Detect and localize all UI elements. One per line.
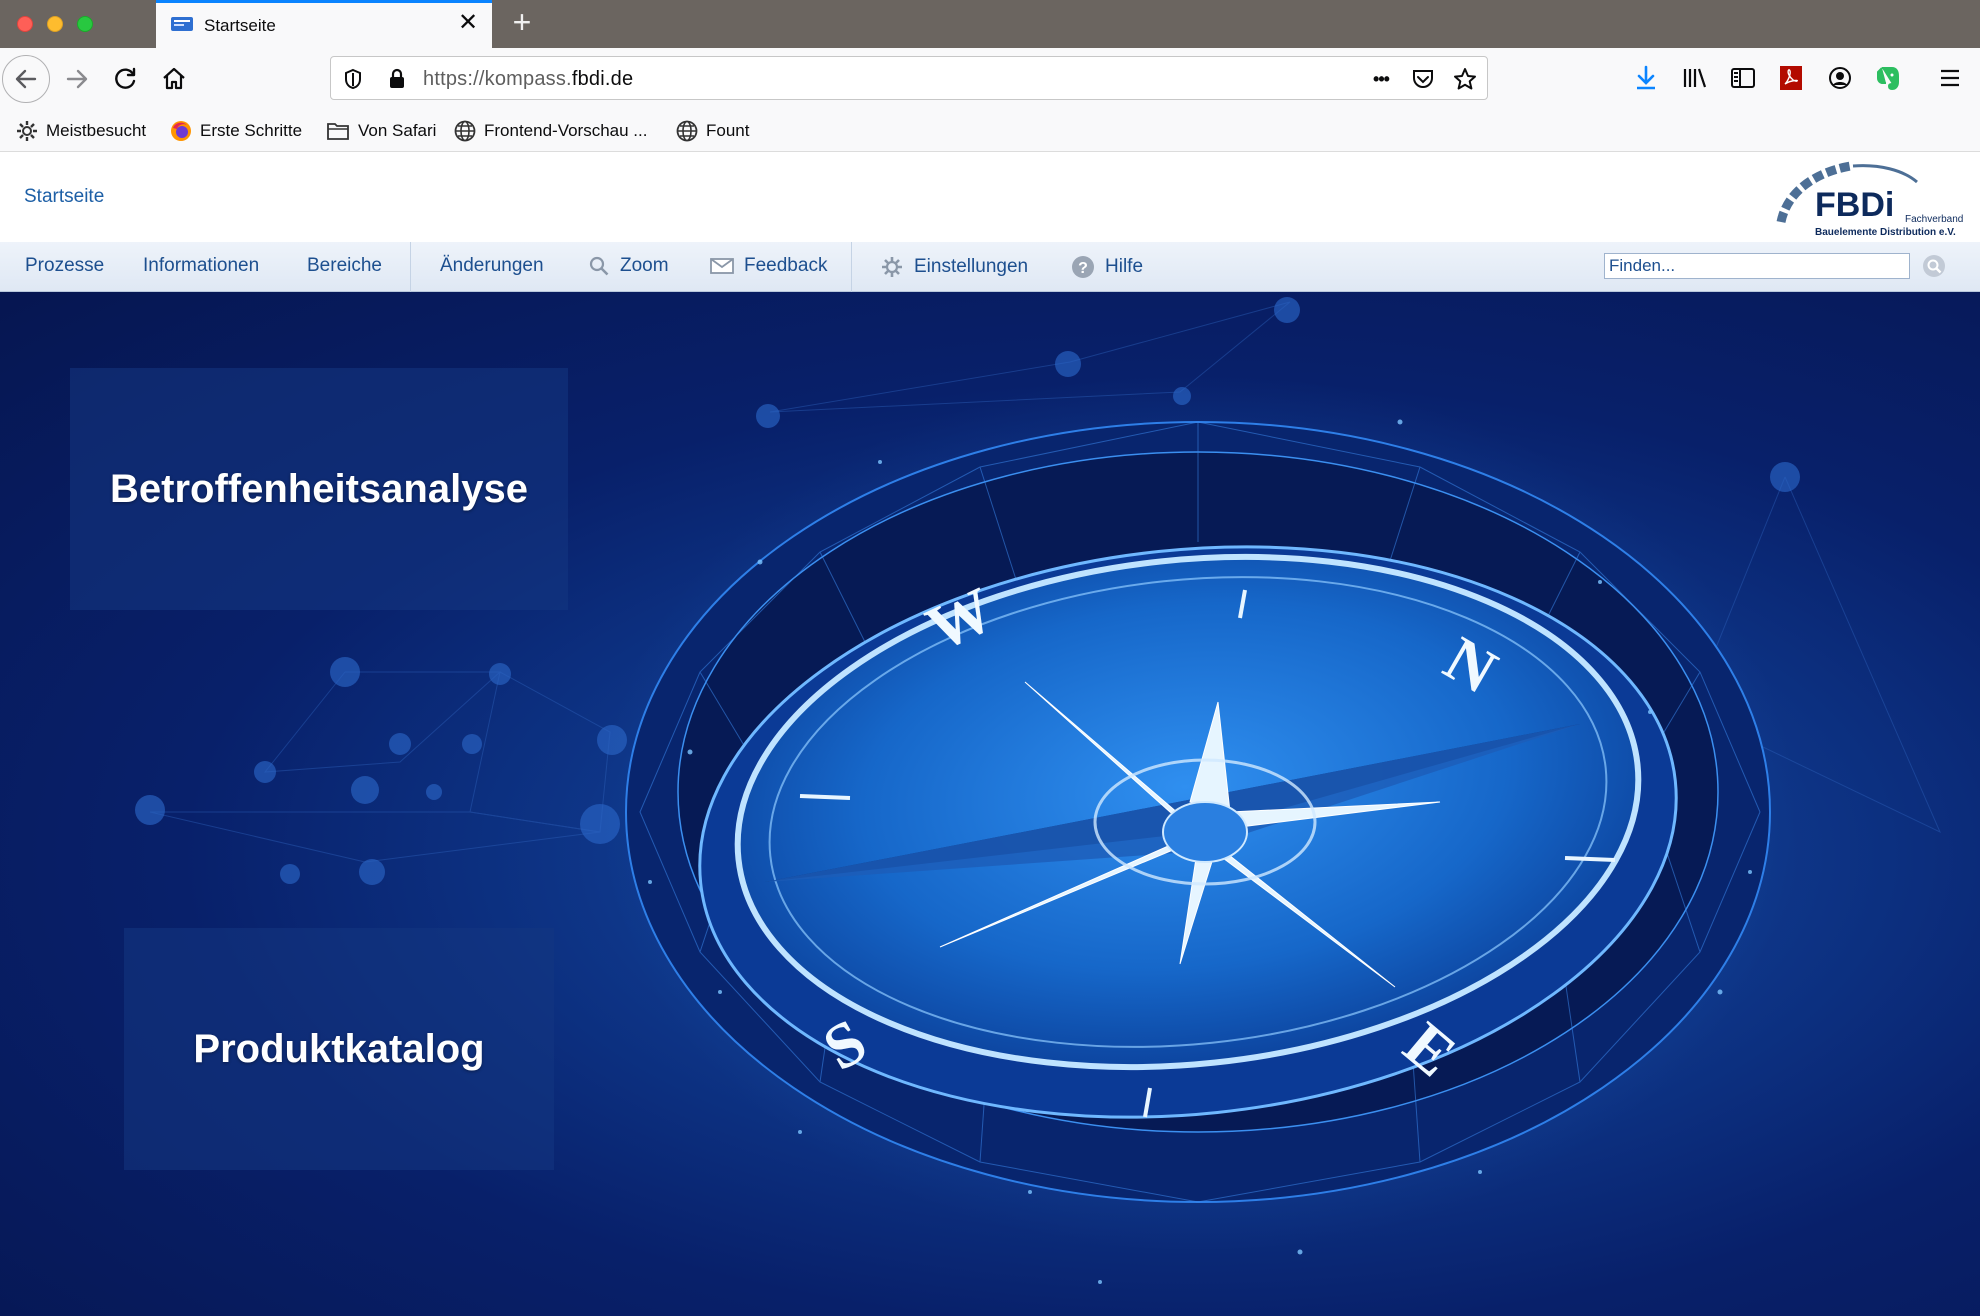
globe-icon <box>676 120 698 142</box>
library-icon[interactable] <box>1679 62 1711 94</box>
home-icon <box>163 67 185 90</box>
hero-banner: W N E S Betroffenheitsanalyse Produktkat… <box>0 292 1980 1316</box>
menu-aenderungen[interactable]: Änderungen <box>440 255 544 277</box>
hamburger-menu-icon[interactable] <box>1934 62 1966 94</box>
bookmark-label: Meistbesucht <box>46 121 147 140</box>
svg-text:Bauelemente Distribution e.V.: Bauelemente Distribution e.V. <box>1815 227 1956 238</box>
tab-title: Startseite <box>204 16 276 35</box>
menu-label: Zoom <box>620 255 669 276</box>
bookmark-label: Erste Schritte <box>200 121 303 140</box>
menu-label: Informationen <box>143 255 260 276</box>
site-search-input[interactable] <box>1604 253 1910 279</box>
shield-icon[interactable] <box>339 65 367 93</box>
gear-icon <box>880 255 904 279</box>
svg-text:?: ? <box>1078 260 1088 277</box>
search-button[interactable] <box>1922 254 1946 278</box>
minimize-window-button[interactable] <box>47 16 63 32</box>
arrow-right-icon <box>66 69 88 89</box>
bookmark-label: Frontend-Vorschau ... <box>484 121 648 140</box>
home-button[interactable] <box>151 56 197 102</box>
page-actions-menu-icon[interactable]: ••• <box>1367 65 1395 93</box>
svg-text:Fachverband: Fachverband <box>1905 214 1963 225</box>
menu-einstellungen[interactable]: Einstellungen <box>880 255 1028 279</box>
help-icon: ? <box>1071 255 1095 279</box>
menu-label: Änderungen <box>440 255 544 276</box>
reload-button[interactable] <box>102 56 148 102</box>
site-favicon-icon <box>171 17 193 31</box>
menu-label: Hilfe <box>1105 256 1144 277</box>
downloads-icon[interactable] <box>1630 62 1662 94</box>
browser-tab-active[interactable]: Startseite ✕ <box>156 0 492 48</box>
browser-toolbar: https://kompass.fbdi.de ••• <box>0 48 1980 110</box>
reload-icon <box>115 67 136 89</box>
sidebar-icon[interactable] <box>1727 62 1759 94</box>
bookmark-erste-schritte[interactable]: Erste Schritte <box>170 118 302 144</box>
menu-bereiche[interactable]: Bereiche <box>307 255 382 277</box>
close-window-button[interactable] <box>17 16 33 32</box>
fbdi-logo-arc-icon: FBDi Fachverband Bauelemente Distributio… <box>1776 161 1963 238</box>
menu-label: Prozesse <box>25 255 105 276</box>
menu-divider <box>410 242 411 292</box>
evernote-icon[interactable] <box>1872 62 1904 94</box>
maximize-window-button[interactable] <box>77 16 93 32</box>
back-button[interactable] <box>2 55 50 103</box>
magnifier-icon <box>588 255 610 277</box>
lock-icon[interactable] <box>383 65 411 93</box>
firefox-icon <box>171 121 191 141</box>
bookmark-label: Von Safari <box>358 121 437 140</box>
menu-hilfe[interactable]: ? Hilfe <box>1071 255 1143 279</box>
menu-informationen[interactable]: Informationen <box>143 255 259 277</box>
folder-icon <box>327 123 349 140</box>
bookmarks-toolbar: Meistbesucht Erste Schritte Von Safari F… <box>0 110 1980 152</box>
menu-divider <box>851 242 852 292</box>
envelope-icon <box>710 257 734 275</box>
account-icon[interactable] <box>1824 62 1856 94</box>
window-titlebar: Startseite ✕ + <box>0 0 1980 48</box>
tab-close-icon[interactable]: ✕ <box>456 11 480 35</box>
bookmark-von-safari[interactable]: Von Safari <box>326 118 436 144</box>
bookmark-label: Fount <box>706 121 750 140</box>
bookmark-star-icon[interactable] <box>1451 65 1479 93</box>
svg-text:FBDi: FBDi <box>1815 186 1894 224</box>
bookmark-fount[interactable]: Fount <box>676 118 749 144</box>
menu-label: Feedback <box>744 255 828 276</box>
url-text[interactable]: https://kompass.fbdi.de <box>423 68 633 91</box>
fbdi-logo[interactable]: FBDi Fachverband Bauelemente Distributio… <box>1775 156 1975 240</box>
search-icon <box>1923 255 1945 277</box>
bookmark-frontend-vorschau[interactable]: Frontend-Vorschau ... <box>454 118 647 144</box>
produktkatalog-tile[interactable]: Produktkatalog <box>124 928 554 1170</box>
menu-label: Einstellungen <box>914 256 1029 277</box>
pdf-icon[interactable] <box>1775 62 1807 94</box>
url-bar[interactable]: https://kompass.fbdi.de ••• <box>330 56 1488 100</box>
gear-icon <box>17 121 37 141</box>
bookmark-meistbesucht[interactable]: Meistbesucht <box>16 118 146 144</box>
new-tab-button[interactable]: + <box>506 6 538 38</box>
breadcrumb-home[interactable]: Startseite <box>24 186 104 208</box>
main-menu: Prozesse Informationen Bereiche Änderung… <box>0 242 1980 292</box>
menu-label: Bereiche <box>307 255 382 276</box>
menu-prozesse[interactable]: Prozesse <box>25 255 104 277</box>
forward-button[interactable] <box>54 56 100 102</box>
arrow-left-icon <box>15 69 37 89</box>
menu-zoom[interactable]: Zoom <box>588 255 669 277</box>
betroffenheitsanalyse-tile[interactable]: Betroffenheitsanalyse <box>70 368 568 610</box>
menu-feedback[interactable]: Feedback <box>710 255 827 277</box>
site-header: Startseite FBDi Fachverband Bauelemente … <box>0 152 1980 242</box>
globe-icon <box>454 120 476 142</box>
pocket-icon[interactable] <box>1409 65 1437 93</box>
